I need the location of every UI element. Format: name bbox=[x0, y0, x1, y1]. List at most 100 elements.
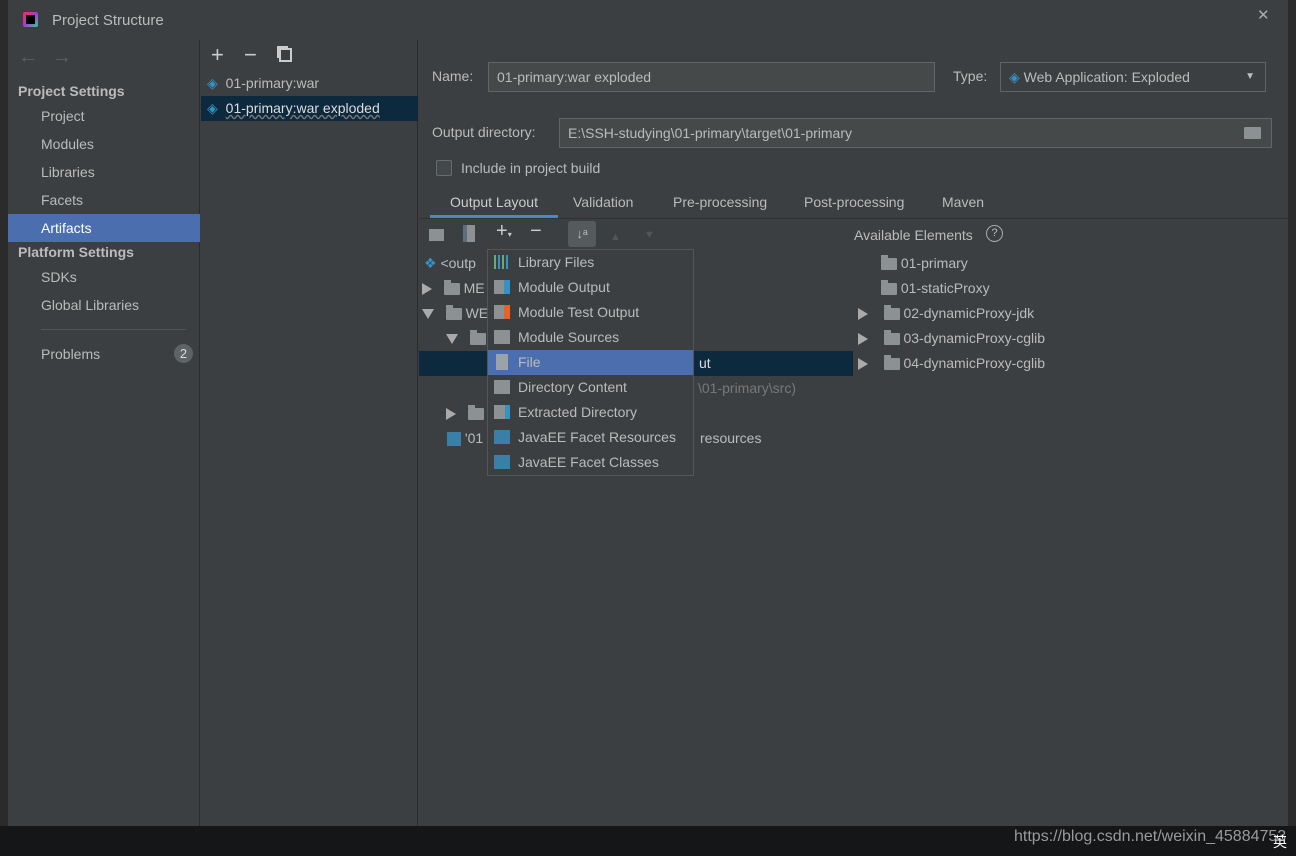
sidebar-item-sdks[interactable]: SDKs bbox=[8, 263, 200, 291]
type-dropdown[interactable]: ◈ Web Application: Exploded ▼ bbox=[1000, 62, 1266, 92]
move-up-icon[interactable]: ▲ bbox=[610, 231, 621, 243]
tab-maven[interactable]: Maven bbox=[942, 192, 984, 218]
section-platform-settings: Platform Settings bbox=[18, 244, 134, 260]
sidebar-item-facets[interactable]: Facets bbox=[8, 186, 200, 214]
tree-row-output-root[interactable]: ❖ <outp bbox=[424, 251, 476, 276]
tabs-divider bbox=[419, 218, 1288, 219]
menu-item-module-sources[interactable]: Module Sources bbox=[488, 325, 693, 350]
library-icon bbox=[494, 255, 510, 269]
available-item[interactable]: 02-dynamicProxy-jdk bbox=[854, 301, 1045, 326]
menu-item-javaee-facet-classes[interactable]: JavaEE Facet Classes bbox=[488, 450, 693, 475]
intellij-logo-icon bbox=[23, 12, 38, 27]
folder-icon bbox=[445, 305, 462, 321]
window-title: Project Structure bbox=[52, 12, 164, 29]
menu-item-library-files[interactable]: Library Files bbox=[488, 250, 693, 275]
chevron-down-icon: ▼ bbox=[1245, 71, 1255, 82]
web-artifact-icon: ◈ bbox=[207, 100, 218, 116]
module-sources-icon bbox=[494, 330, 510, 344]
browse-folder-icon[interactable] bbox=[1244, 127, 1261, 139]
module-output-icon bbox=[494, 280, 510, 294]
ime-indicator[interactable]: 英 bbox=[1273, 832, 1287, 852]
available-item[interactable]: 01-staticProxy bbox=[854, 276, 1045, 301]
include-in-build-checkbox[interactable] bbox=[436, 160, 452, 176]
folder-icon bbox=[469, 330, 486, 346]
divider bbox=[41, 329, 186, 330]
tab-post-processing[interactable]: Post-processing bbox=[804, 192, 904, 218]
tab-pre-processing[interactable]: Pre-processing bbox=[673, 192, 767, 218]
include-in-build-label[interactable]: Include in project build bbox=[461, 160, 600, 176]
collapse-arrow-icon[interactable] bbox=[422, 309, 434, 320]
folder-icon bbox=[443, 280, 460, 296]
available-item[interactable]: 04-dynamicProxy-cglib bbox=[854, 351, 1045, 376]
menu-item-module-output[interactable]: Module Output bbox=[488, 275, 693, 300]
create-archive-icon[interactable] bbox=[463, 225, 475, 242]
collapse-arrow-icon[interactable] bbox=[446, 334, 458, 345]
help-icon[interactable]: ? bbox=[986, 225, 1003, 242]
module-folder-icon bbox=[881, 280, 897, 296]
available-elements-tree: 01-primary 01-staticProxy 02-dynamicProx… bbox=[854, 251, 1045, 376]
title-bar: Project Structure ✕ bbox=[8, 0, 1288, 40]
module-folder-icon bbox=[883, 305, 900, 321]
tree-row-meta-inf[interactable]: ME bbox=[422, 276, 485, 301]
sidebar-item-artifacts[interactable]: Artifacts bbox=[8, 214, 200, 242]
module-test-output-icon bbox=[494, 305, 510, 319]
add-artifact-button[interactable]: + bbox=[211, 42, 224, 68]
close-button[interactable]: ✕ bbox=[1257, 6, 1270, 24]
sidebar-item-libraries[interactable]: Libraries bbox=[8, 158, 200, 186]
name-input[interactable]: 01-primary:war exploded bbox=[488, 62, 935, 92]
tree-row-classes[interactable] bbox=[446, 326, 486, 351]
artifact-root-icon: ❖ bbox=[424, 255, 437, 271]
remove-artifact-button[interactable]: − bbox=[244, 42, 257, 68]
extracted-directory-icon bbox=[494, 405, 510, 419]
web-artifact-icon: ◈ bbox=[1009, 69, 1020, 85]
expand-arrow-icon[interactable] bbox=[422, 283, 432, 296]
tab-output-layout[interactable]: Output Layout bbox=[430, 192, 558, 218]
watermark: https://blog.csdn.net/weixin_45884753 bbox=[1014, 828, 1287, 845]
add-element-menu: Library Files Module Output Module Test … bbox=[487, 249, 694, 476]
remove-element-button[interactable]: − bbox=[530, 220, 542, 243]
menu-item-file[interactable]: File bbox=[488, 350, 693, 375]
module-folder-icon bbox=[883, 330, 900, 346]
artifact-item[interactable]: ◈ 01-primary:war bbox=[201, 71, 418, 96]
menu-item-extracted-directory[interactable]: Extracted Directory bbox=[488, 400, 693, 425]
available-item[interactable]: 01-primary bbox=[854, 251, 1045, 276]
name-label: Name: bbox=[432, 68, 474, 84]
web-artifact-icon: ◈ bbox=[207, 75, 218, 91]
directory-content-icon bbox=[494, 380, 510, 394]
available-item[interactable]: 03-dynamicProxy-cglib bbox=[854, 326, 1045, 351]
copy-artifact-icon[interactable] bbox=[279, 48, 292, 62]
tree-row-lib[interactable] bbox=[446, 401, 484, 426]
add-copy-button[interactable]: +▾ bbox=[496, 220, 512, 243]
sidebar-item-project[interactable]: Project bbox=[8, 102, 200, 130]
menu-item-javaee-facet-resources[interactable]: JavaEE Facet Resources bbox=[488, 425, 693, 450]
folder-icon bbox=[467, 405, 484, 421]
type-label: Type: bbox=[953, 68, 988, 84]
back-arrow-icon[interactable]: ← bbox=[18, 46, 38, 69]
module-folder-icon bbox=[881, 255, 897, 271]
sidebar-item-problems[interactable]: Problems bbox=[8, 340, 200, 368]
section-project-settings: Project Settings bbox=[18, 83, 125, 99]
artifact-item-selected[interactable]: ◈ 01-primary:war exploded bbox=[201, 96, 418, 121]
expand-arrow-icon[interactable] bbox=[858, 333, 868, 346]
tree-row-sources[interactable]: \01-primary\src) bbox=[698, 376, 796, 401]
move-down-icon[interactable]: ▼ bbox=[644, 229, 655, 241]
tab-validation[interactable]: Validation bbox=[573, 192, 633, 218]
menu-item-module-test-output[interactable]: Module Test Output bbox=[488, 300, 693, 325]
output-directory-label: Output directory: bbox=[432, 124, 536, 140]
sort-alphabetically-button[interactable]: ↓ᵃ bbox=[568, 221, 596, 247]
tree-row-facet-resources-tail: resources bbox=[700, 430, 762, 446]
tree-row-facet-resources[interactable]: '01 bbox=[447, 426, 483, 451]
facet-resources-icon bbox=[447, 432, 461, 447]
forward-arrow-icon[interactable]: → bbox=[52, 46, 72, 69]
problems-count-badge: 2 bbox=[174, 344, 193, 363]
sidebar-item-modules[interactable]: Modules bbox=[8, 130, 200, 158]
output-directory-input[interactable]: E:\SSH-studying\01-primary\target\01-pri… bbox=[559, 118, 1272, 148]
sidebar-item-global-libraries[interactable]: Global Libraries bbox=[8, 291, 200, 319]
create-directory-icon[interactable] bbox=[429, 229, 444, 241]
expand-arrow-icon[interactable] bbox=[446, 408, 456, 421]
tree-row-web-inf[interactable]: WE bbox=[422, 301, 488, 326]
expand-arrow-icon[interactable] bbox=[858, 358, 868, 371]
module-folder-icon bbox=[883, 355, 900, 371]
menu-item-directory-content[interactable]: Directory Content bbox=[488, 375, 693, 400]
expand-arrow-icon[interactable] bbox=[858, 308, 868, 321]
